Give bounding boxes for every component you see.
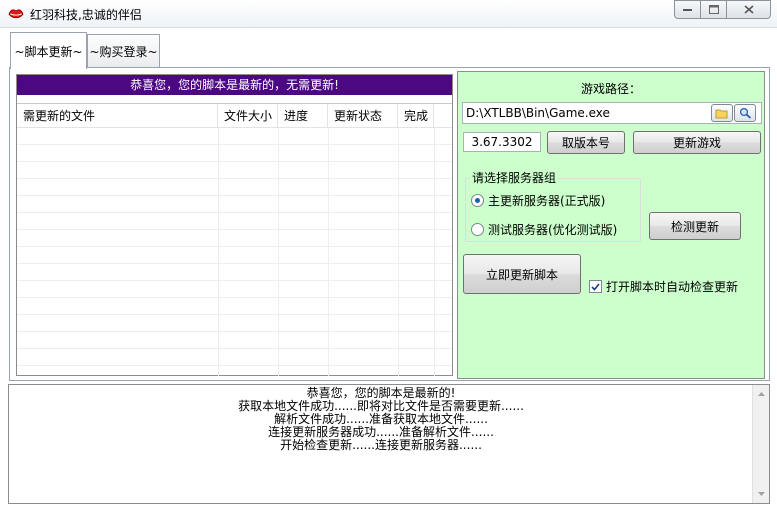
auto-check-label: 打开脚本时自动检查更新	[606, 280, 739, 294]
column-file[interactable]: 需更新的文件	[17, 104, 218, 128]
arrow-down-icon	[757, 492, 765, 496]
grid-line	[328, 128, 329, 376]
radio-main-server[interactable]: 主更新服务器(正式版)	[471, 192, 605, 209]
scroll-up-button[interactable]	[753, 386, 769, 402]
tab-label: ~购买登录~	[89, 45, 158, 59]
log-scrollbar[interactable]	[752, 385, 769, 503]
file-list-rows	[17, 128, 452, 376]
settings-panel: 游戏路径： D:\XTLBB\Bin\Game.exe 3.67.3302 取版…	[457, 71, 765, 379]
radio-button[interactable]	[471, 223, 484, 236]
radio-label: 测试服务器(优化测试版)	[488, 223, 618, 237]
close-icon	[743, 5, 754, 14]
grid-line	[434, 128, 435, 376]
window-controls	[674, 0, 771, 20]
arrow-up-icon	[757, 392, 765, 396]
file-list-header: 需更新的文件 文件大小 进度 更新状态 完成	[17, 104, 452, 128]
close-button[interactable]	[727, 0, 771, 19]
search-path-button[interactable]	[734, 104, 756, 122]
grid-line	[398, 128, 399, 376]
version-field[interactable]: 3.67.3302	[463, 132, 541, 152]
window-title: 红羽科技,忠诚的伴侣	[30, 8, 142, 22]
maximize-button[interactable]	[701, 0, 727, 19]
log-output[interactable]: 恭喜您，您的脚本是最新的! 获取本地文件成功......即将对比文件是否需要更新…	[8, 384, 770, 504]
column-status[interactable]: 更新状态	[328, 104, 398, 128]
update-file-panel: 恭喜您，您的脚本是最新的，无需更新! 需更新的文件 文件大小 进度 更新状态 完…	[16, 74, 453, 376]
title-bar: 红羽科技,忠诚的伴侣	[0, 0, 777, 28]
update-game-button[interactable]: 更新游戏	[633, 131, 761, 154]
radio-label: 主更新服务器(正式版)	[488, 194, 606, 208]
radio-selected-dot	[475, 198, 480, 203]
grid-line	[278, 128, 279, 376]
search-icon	[739, 107, 751, 119]
file-list[interactable]: 需更新的文件 文件大小 进度 更新状态 完成	[17, 103, 452, 376]
update-now-button[interactable]: 立即更新脚本	[463, 254, 581, 294]
folder-icon	[715, 109, 728, 118]
server-group-label: 请选择服务器组	[470, 169, 559, 186]
auto-check-checkbox[interactable]	[589, 280, 602, 293]
log-line: 开始检查更新......连接更新服务器......	[280, 438, 482, 452]
column-progress[interactable]: 进度	[278, 104, 328, 128]
maximize-icon	[708, 5, 719, 14]
radio-test-server[interactable]: 测试服务器(优化测试版)	[471, 221, 617, 238]
minimize-icon	[683, 8, 692, 11]
game-path-label: 游戏路径：	[580, 82, 641, 96]
auto-check-option[interactable]: 打开脚本时自动检查更新	[589, 278, 738, 295]
scroll-down-button[interactable]	[753, 486, 769, 502]
log-lines: 恭喜您，您的脚本是最新的! 获取本地文件成功......即将对比文件是否需要更新…	[9, 387, 753, 452]
checkmark-icon	[591, 282, 600, 291]
column-size[interactable]: 文件大小	[218, 104, 278, 128]
radio-button[interactable]	[471, 194, 484, 207]
status-banner: 恭喜您，您的脚本是最新的，无需更新!	[17, 75, 452, 95]
check-update-button[interactable]: 检测更新	[649, 212, 741, 240]
lips-icon	[8, 9, 24, 19]
grid-line	[218, 128, 219, 376]
browse-folder-button[interactable]	[711, 104, 733, 122]
column-done[interactable]: 完成	[398, 104, 434, 128]
tab-script-update[interactable]: ~脚本更新~	[10, 32, 87, 69]
tab-purchase-login[interactable]: ~购买登录~	[87, 34, 160, 68]
tab-label: ~脚本更新~	[14, 44, 83, 59]
minimize-button[interactable]	[674, 0, 701, 19]
get-version-button[interactable]: 取版本号	[547, 131, 625, 154]
